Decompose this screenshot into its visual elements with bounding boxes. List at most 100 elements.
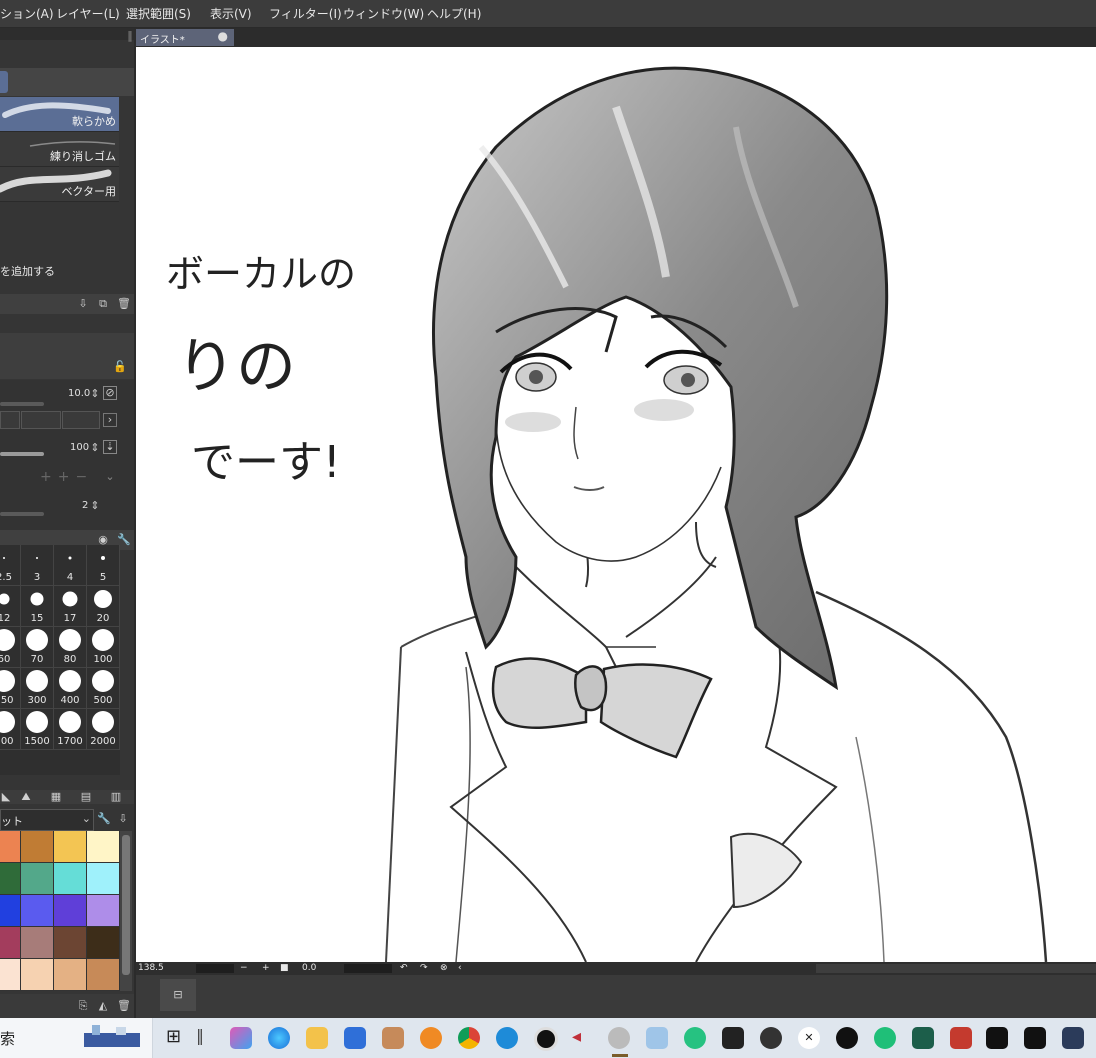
menu-filter[interactable]: フィルター(I)	[269, 5, 342, 22]
media-icon[interactable]	[382, 1027, 404, 1049]
color-swatch[interactable]	[54, 927, 87, 959]
close-icon[interactable]: ●	[218, 29, 228, 43]
reset-rotation-icon[interactable]: ⊗	[440, 963, 448, 973]
red-square-icon[interactable]	[950, 1027, 972, 1049]
panel-grip-icon[interactable]: ‖	[124, 30, 134, 42]
size-cell[interactable]: 70	[21, 627, 54, 668]
color-swatch[interactable]	[0, 863, 21, 895]
chevron-right-icon[interactable]: ›	[103, 413, 117, 427]
chrome-icon[interactable]	[458, 1027, 480, 1049]
size-cell[interactable]: 2000	[87, 709, 120, 750]
ie-icon[interactable]	[496, 1027, 518, 1049]
stabilization-value[interactable]: 2	[82, 500, 88, 511]
edge-icon[interactable]	[268, 1027, 290, 1049]
rotate-slider[interactable]	[344, 964, 392, 973]
size-cell[interactable]: 300	[21, 668, 54, 709]
trash-icon[interactable]: 🗑	[117, 1000, 131, 1012]
palette-scrollbar[interactable]	[120, 831, 132, 991]
color-swatch[interactable]	[54, 831, 87, 863]
waves-icon[interactable]	[836, 1027, 858, 1049]
rotate-left-icon[interactable]: ↶	[400, 963, 408, 973]
size-cell[interactable]: 1500	[21, 709, 54, 750]
menu-layer[interactable]: レイヤー(L)	[56, 5, 120, 22]
dark-app-icon[interactable]	[722, 1027, 744, 1049]
color-swatch[interactable]	[54, 863, 87, 895]
task-view-icon[interactable]: ⊞	[166, 1026, 188, 1048]
zoom-in-icon[interactable]: +	[262, 963, 270, 973]
color-swatch[interactable]	[21, 959, 54, 991]
opacity-slider[interactable]	[0, 452, 44, 456]
opacity-pressure-icon[interactable]: ⇣	[103, 440, 117, 454]
grid-tab-icon[interactable]: ▦	[50, 791, 62, 803]
layer-panel-toggle[interactable]: ⊟	[160, 979, 196, 1011]
tab-illustration[interactable]: イラスト* ●	[136, 29, 234, 46]
layers-tab-icon[interactable]: ▤	[80, 791, 92, 803]
stepper-icon[interactable]: ⇕	[89, 388, 101, 400]
notes-icon[interactable]	[646, 1027, 668, 1049]
color-swatch[interactable]	[87, 831, 120, 863]
size-cell[interactable]: 100	[87, 627, 120, 668]
size-cell[interactable]: 3	[21, 545, 54, 586]
ilok-icon[interactable]	[986, 1027, 1008, 1049]
record-icon[interactable]	[534, 1027, 558, 1051]
store-icon[interactable]	[344, 1027, 366, 1049]
drawing-canvas[interactable]: ボーカルの りの でーす!	[136, 47, 1096, 962]
palette-tab-icon[interactable]: ◣	[0, 791, 12, 803]
size-cell[interactable]: 250	[0, 668, 21, 709]
import-icon[interactable]: ⇩	[117, 813, 129, 825]
color-swatch[interactable]	[54, 959, 87, 991]
app-orange-icon[interactable]	[420, 1027, 442, 1049]
fit-icon[interactable]: ■	[280, 963, 289, 973]
size-cell[interactable]: 200	[0, 709, 21, 750]
ssl-icon[interactable]	[1024, 1027, 1046, 1049]
color-swatch[interactable]	[21, 831, 54, 863]
menu-selection[interactable]: 選択範囲(S)	[126, 5, 191, 22]
size-cell[interactable]: 60	[0, 627, 21, 668]
size-cell[interactable]: 15	[21, 586, 54, 627]
color-swatch[interactable]	[21, 863, 54, 895]
menu-view[interactable]: 表示(V)	[210, 5, 252, 22]
stabilization-slider[interactable]	[0, 512, 44, 516]
menu-animation[interactable]: ション(A)	[0, 5, 54, 22]
size-cell[interactable]: 1700	[54, 709, 87, 750]
color-swatch[interactable]	[54, 895, 87, 927]
copilot-icon[interactable]	[230, 1027, 252, 1049]
color-swatch[interactable]	[87, 927, 120, 959]
zoom-out-icon[interactable]: −	[240, 963, 248, 973]
import-icon[interactable]: ⇩	[77, 298, 89, 310]
color-swatch[interactable]	[87, 863, 120, 895]
flip-icon[interactable]: ‹	[458, 963, 462, 973]
brush-item-soft[interactable]: 軟らかめ	[0, 97, 119, 132]
chevron-down-icon[interactable]: ⌄	[104, 471, 116, 483]
stepper-icon[interactable]: ⇕	[89, 500, 101, 512]
brush-size-slider[interactable]	[0, 402, 44, 406]
zoom-value[interactable]: 138.5	[138, 963, 164, 973]
brush-shape-selector[interactable]	[0, 411, 100, 429]
size-cell[interactable]: 4	[54, 545, 87, 586]
size-cell[interactable]: 2.5	[0, 545, 21, 586]
history-tab-icon[interactable]: ▥	[110, 791, 122, 803]
file-explorer-icon[interactable]	[306, 1027, 328, 1049]
rotate-right-icon[interactable]: ↷	[420, 963, 428, 973]
color-swatch[interactable]	[0, 927, 21, 959]
mountain-tab-icon[interactable]: ⛰	[20, 791, 32, 803]
subtool-tab[interactable]	[0, 71, 8, 93]
brush-item-vector[interactable]: ベクター用	[0, 167, 119, 202]
color-swatch[interactable]	[0, 959, 21, 991]
color-swatch[interactable]	[87, 959, 120, 991]
new-color-icon[interactable]: ⎘	[77, 1000, 89, 1012]
pressure-toggle-icon[interactable]: ⊘	[103, 386, 117, 400]
duplicate-icon[interactable]: ⧉	[97, 298, 109, 310]
brush-item-kneaded-eraser[interactable]: 練り消しゴム	[0, 132, 119, 167]
menu-help[interactable]: ヘルプ(H)	[427, 5, 481, 22]
red-app-icon[interactable]: ◂	[572, 1026, 594, 1048]
angle-value[interactable]: 0.0	[302, 963, 316, 973]
blue-app-icon[interactable]	[1062, 1027, 1084, 1049]
menu-window[interactable]: ウィンドウ(W)	[343, 5, 424, 22]
size-cell[interactable]: 400	[54, 668, 87, 709]
lock-icon[interactable]: 🔓	[113, 361, 127, 373]
color-swatch[interactable]	[0, 895, 21, 927]
taskbar-search[interactable]: 索	[0, 1018, 153, 1058]
u-app-icon[interactable]	[874, 1027, 896, 1049]
palette-select[interactable]: ット ⌄	[0, 809, 94, 831]
